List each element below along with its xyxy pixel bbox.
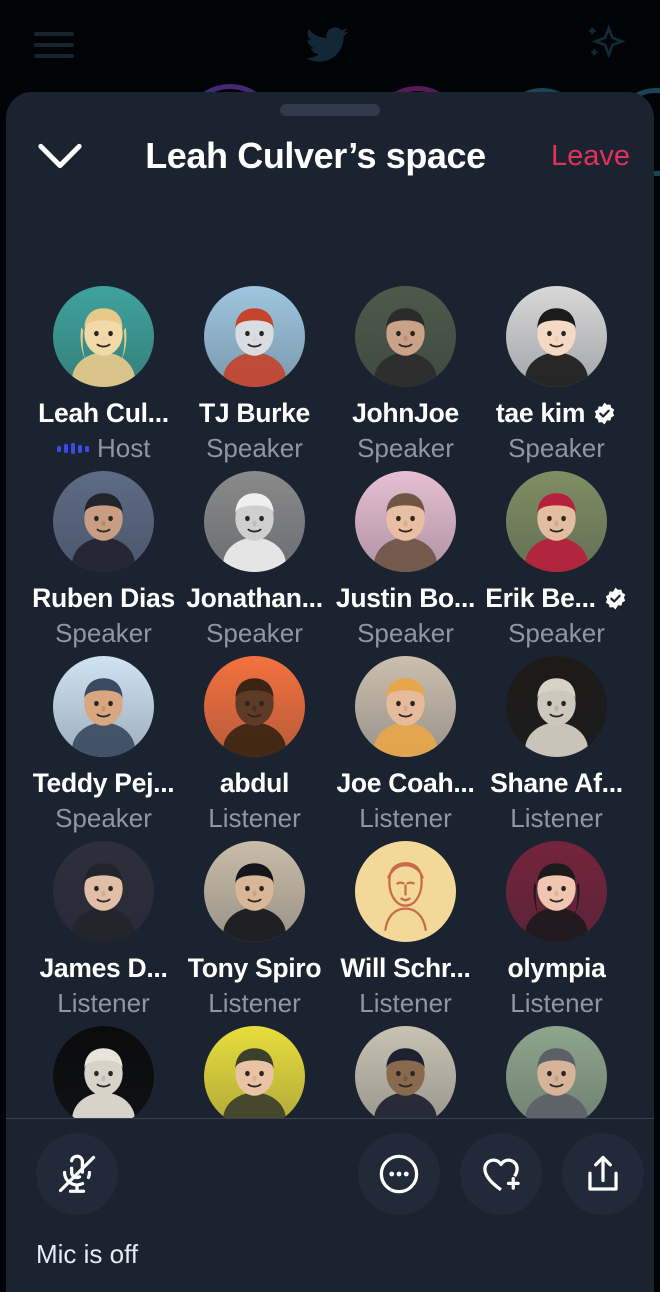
participant-name: tae kim — [496, 398, 585, 429]
participant-name-line: abdul — [220, 768, 289, 799]
participant-name: Joe Coah... — [336, 768, 474, 799]
avatar[interactable] — [355, 656, 456, 757]
avatar[interactable] — [506, 286, 607, 387]
avatar[interactable] — [53, 1026, 154, 1118]
participant-name: Shane Af... — [490, 768, 623, 799]
participant-name: olympia — [507, 953, 605, 984]
verified-badge-icon — [592, 401, 617, 426]
participant-name: Tony Spiro — [188, 953, 321, 984]
participant-cell[interactable] — [330, 1008, 481, 1118]
avatar[interactable] — [53, 286, 154, 387]
participant-cell[interactable] — [481, 1008, 632, 1118]
avatar[interactable] — [204, 1026, 305, 1118]
avatar[interactable] — [506, 471, 607, 572]
microphone-muted-icon — [54, 1151, 100, 1197]
space-title: Leah Culver’s space — [88, 135, 543, 177]
participant-cell[interactable]: Will Schr... Listener — [330, 823, 481, 1008]
participant-name: TJ Burke — [199, 398, 310, 429]
participant-name: JohnJoe — [352, 398, 459, 429]
participant-name-line: TJ Burke — [199, 398, 310, 429]
space-controls-toolbar: Mic is off — [6, 1118, 654, 1292]
chevron-down-icon — [37, 142, 83, 170]
participant-cell[interactable]: Tony Spiro Listener — [179, 823, 330, 1008]
avatar[interactable] — [506, 1026, 607, 1118]
participant-cell[interactable] — [179, 1008, 330, 1118]
more-options-button[interactable] — [358, 1133, 440, 1215]
participant-cell[interactable]: Teddy Pej... Speaker — [28, 638, 179, 823]
participant-name-line: Justin Bo... — [336, 583, 475, 614]
participant-cell[interactable]: JohnJoe Speaker — [330, 268, 481, 453]
avatar[interactable] — [204, 656, 305, 757]
avatar[interactable] — [204, 286, 305, 387]
participant-name: Erik Be... — [485, 583, 595, 614]
avatar[interactable] — [204, 471, 305, 572]
collapse-sheet-button[interactable] — [32, 128, 88, 184]
sheet-header: Leah Culver’s space Leave — [6, 116, 654, 188]
participants-scroll-area[interactable]: Leah Cul... Host TJ Burke Speaker — [6, 268, 654, 1118]
avatar[interactable] — [53, 471, 154, 572]
mic-status-label: Mic is off — [36, 1239, 138, 1270]
participants-grid: Leah Cul... Host TJ Burke Speaker — [6, 268, 654, 1118]
add-reaction-button[interactable] — [460, 1133, 542, 1215]
participant-cell[interactable]: Leah Cul... Host — [28, 268, 179, 453]
leave-button[interactable]: Leave — [543, 140, 630, 173]
participant-name: James D... — [39, 953, 167, 984]
participant-name-line: tae kim — [496, 398, 617, 429]
avatar[interactable] — [506, 656, 607, 757]
participant-name-line: Teddy Pej... — [33, 768, 175, 799]
participant-cell[interactable]: Jonathan... Speaker — [179, 453, 330, 638]
avatar[interactable] — [355, 471, 456, 572]
participant-name-line: James D... — [39, 953, 167, 984]
participant-cell[interactable]: Ruben Dias Speaker — [28, 453, 179, 638]
avatar[interactable] — [506, 841, 607, 942]
participant-name-line: Jonathan... — [186, 583, 323, 614]
participant-cell[interactable] — [28, 1008, 179, 1118]
participant-name-line: olympia — [507, 953, 605, 984]
participant-cell[interactable]: olympia Listener — [481, 823, 632, 1008]
participant-name: Teddy Pej... — [33, 768, 175, 799]
participant-name-line: Tony Spiro — [188, 953, 321, 984]
avatar[interactable] — [355, 1026, 456, 1118]
participant-cell[interactable]: Justin Bo... Speaker — [330, 453, 481, 638]
verified-badge-icon — [603, 586, 628, 611]
participant-name: Leah Cul... — [38, 398, 169, 429]
sheet-drag-handle[interactable] — [280, 104, 380, 116]
avatar[interactable] — [204, 841, 305, 942]
participant-name-line: JohnJoe — [352, 398, 459, 429]
participant-cell[interactable]: abdul Listener — [179, 638, 330, 823]
participant-cell[interactable]: TJ Burke Speaker — [179, 268, 330, 453]
avatar[interactable] — [355, 841, 456, 942]
participant-cell[interactable]: James D... Listener — [28, 823, 179, 1008]
participant-name-line: Will Schr... — [340, 953, 470, 984]
participant-cell[interactable]: Shane Af... Listener — [481, 638, 632, 823]
spaces-screen: Leah Culver’s space Leave Leah Cul... Ho… — [0, 0, 660, 1292]
participant-cell[interactable]: Erik Be... Speaker — [481, 453, 632, 638]
heart-plus-icon — [478, 1151, 524, 1197]
share-button[interactable] — [562, 1133, 644, 1215]
avatar[interactable] — [355, 286, 456, 387]
participant-name: abdul — [220, 768, 289, 799]
participant-name-line: Shane Af... — [490, 768, 623, 799]
participant-cell[interactable]: tae kim Speaker — [481, 268, 632, 453]
share-upload-icon — [580, 1151, 626, 1197]
participant-name-line: Ruben Dias — [32, 583, 175, 614]
mic-toggle-button[interactable] — [36, 1133, 118, 1215]
more-dots-circle-icon — [376, 1151, 422, 1197]
participant-name-line: Joe Coah... — [336, 768, 474, 799]
participant-name: Ruben Dias — [32, 583, 175, 614]
participant-cell[interactable]: Joe Coah... Listener — [330, 638, 481, 823]
space-detail-sheet: Leah Culver’s space Leave Leah Cul... Ho… — [6, 92, 654, 1292]
participant-name-line: Erik Be... — [485, 583, 627, 614]
participant-name: Justin Bo... — [336, 583, 475, 614]
participant-name: Jonathan... — [186, 583, 323, 614]
avatar[interactable] — [53, 841, 154, 942]
avatar[interactable] — [53, 656, 154, 757]
participant-name: Will Schr... — [340, 953, 470, 984]
participant-name-line: Leah Cul... — [38, 398, 169, 429]
